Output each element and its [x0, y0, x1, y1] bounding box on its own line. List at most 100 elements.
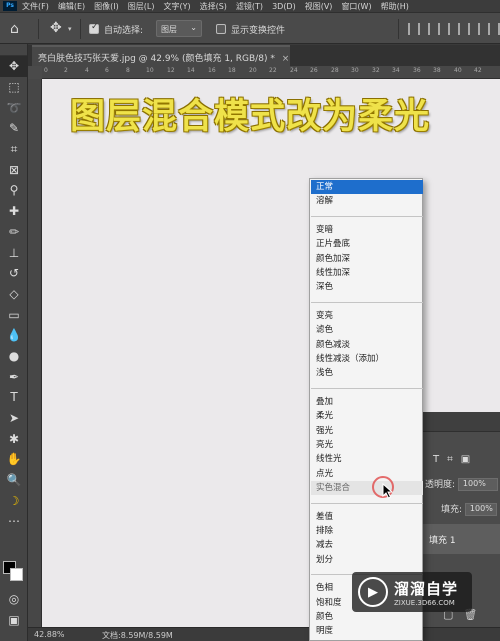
eyedropper-tool-icon[interactable]: ⚲ [0, 180, 28, 201]
menu-file[interactable]: 文件(F) [22, 1, 49, 12]
crop-tool-icon[interactable]: ⌗ [0, 139, 28, 160]
eraser-tool-icon[interactable]: ◇ [0, 284, 28, 305]
opacity-field[interactable]: 100% [457, 478, 498, 491]
options-bar: ⌂ ✥ ▾ 自动选择: 图层 ⌄ 显示变换控件 [0, 12, 500, 44]
align-top-icon[interactable] [468, 23, 480, 35]
path-select-icon[interactable]: ➤ [0, 408, 28, 429]
more-tools-icon[interactable]: ⋯ [0, 511, 28, 532]
menu-view[interactable]: 视图(V) [305, 1, 333, 12]
quick-mask-icon[interactable]: ◎ [0, 589, 28, 610]
tools-panel: ✥ ⬚ ➰ ✎ ⌗ ⊠ ⚲ ✚ ✏ ⊥ ↺ ◇ ▭ 💧 ● ✒ T ➤ ✱ ✋ … [0, 44, 28, 641]
auto-select-dropdown[interactable]: 图层 ⌄ [156, 20, 202, 37]
menu-layer[interactable]: 图层(L) [128, 1, 155, 12]
chevron-down-icon[interactable]: ▾ [68, 25, 72, 33]
align-center-icon[interactable] [428, 23, 440, 35]
blend-mode-option[interactable]: 叠加 [311, 395, 423, 409]
history-brush-icon[interactable]: ↺ [0, 263, 28, 284]
blend-mode-option[interactable]: 线性加深 [311, 266, 423, 280]
menu-select[interactable]: 选择(S) [200, 1, 227, 12]
blend-mode-option[interactable]: 溶解 [311, 194, 423, 208]
hand-tool-icon[interactable]: ✋ [0, 449, 28, 470]
ruler-mark: 14 [187, 67, 195, 74]
blend-mode-option[interactable]: 颜色减淡 [311, 338, 423, 352]
ruler-mark: 6 [105, 67, 109, 74]
menu-separator [311, 387, 423, 389]
healing-brush-icon[interactable]: ✚ [0, 201, 28, 222]
background-color-swatch[interactable] [10, 568, 23, 581]
blend-mode-option[interactable]: 划分 [311, 553, 423, 567]
tutorial-caption: 图层混合模式改为柔光 [70, 96, 431, 137]
blend-mode-option[interactable]: 滤色 [311, 323, 423, 337]
zoom-tool-icon[interactable]: 🔍 [0, 470, 28, 491]
menu-help[interactable]: 帮助(H) [381, 1, 409, 12]
dodge-tool-icon[interactable]: ● [0, 346, 28, 367]
layer-filter-icons: T ⌗ ▣ [433, 454, 470, 465]
pen-tool-icon[interactable]: ✒ [0, 366, 28, 387]
menu-separator [311, 215, 423, 217]
blend-mode-option[interactable]: 正常 [311, 180, 423, 194]
shape-tool-icon[interactable]: ✱ [0, 428, 28, 449]
auto-select-checkbox[interactable] [89, 22, 99, 34]
menu-bar: Ps 文件(F) 编辑(E) 图像(I) 图层(L) 文字(Y) 选择(S) 滤… [0, 0, 500, 12]
align-middle-icon[interactable] [488, 23, 500, 35]
blend-mode-option[interactable]: 明度 [311, 624, 423, 638]
menu-window[interactable]: 窗口(W) [341, 1, 371, 12]
blend-mode-option[interactable]: 正片叠底 [311, 237, 423, 251]
align-left-icon[interactable] [408, 23, 420, 35]
blend-mode-option[interactable]: 颜色加深 [311, 252, 423, 266]
home-icon[interactable]: ⌂ [10, 21, 19, 37]
zoom-level[interactable]: 42.88% [34, 630, 65, 639]
blend-mode-option[interactable]: 强光 [311, 424, 423, 438]
menu-image[interactable]: 图像(I) [94, 1, 119, 12]
close-icon[interactable]: × [282, 54, 290, 64]
blend-mode-option[interactable]: 排除 [311, 524, 423, 538]
stamp-tool-icon[interactable]: ⊥ [0, 242, 28, 263]
document-tab[interactable]: 亮白肤色技巧张天爱.jpg @ 42.9% (颜色填充 1, RGB/8) * … [32, 45, 290, 66]
marquee-tool-icon[interactable]: ⬚ [0, 77, 28, 98]
panel-grip[interactable] [0, 44, 27, 56]
menu-type[interactable]: 文字(Y) [163, 1, 190, 12]
menu-3d[interactable]: 3D(D) [272, 2, 296, 11]
photoshop-logo: Ps [3, 1, 17, 11]
lasso-tool-icon[interactable]: ➰ [0, 97, 28, 118]
type-tool-icon[interactable]: T [0, 387, 28, 408]
align-right-icon[interactable] [448, 23, 460, 35]
gradient-tool-icon[interactable]: ▭ [0, 304, 28, 325]
blend-mode-option[interactable]: 变亮 [311, 309, 423, 323]
show-transform-checkbox[interactable] [216, 24, 226, 34]
ruler-mark: 42 [474, 67, 482, 74]
blend-mode-option[interactable]: 线性减淡（添加） [311, 352, 423, 366]
menu-filter[interactable]: 滤镜(T) [236, 1, 263, 12]
blend-mode-option[interactable]: 线性光 [311, 452, 423, 466]
blur-tool-icon[interactable]: 💧 [0, 325, 28, 346]
blend-mode-option[interactable]: 减去 [311, 538, 423, 552]
mouse-cursor-icon [382, 483, 394, 499]
move-tool-icon[interactable]: ✥ [50, 20, 62, 36]
brush-tool-icon[interactable]: ✏ [0, 222, 28, 243]
fill-field[interactable]: 100% [464, 503, 497, 516]
blend-mode-option[interactable]: 深色 [311, 280, 423, 294]
frame-tool-icon[interactable]: ⊠ [0, 159, 28, 180]
smart-object-filter-icon[interactable]: ▣ [461, 454, 470, 465]
blend-mode-option[interactable]: 变暗 [311, 223, 423, 237]
banana-icon[interactable]: ☽ [0, 490, 28, 511]
menu-edit[interactable]: 编辑(E) [58, 1, 85, 12]
layer-name: 填充 1 [429, 536, 456, 546]
transform-filter-icon[interactable]: ⌗ [447, 454, 453, 465]
blend-mode-option[interactable]: 实色混合 [311, 481, 423, 496]
blend-mode-option[interactable]: 差值 [311, 510, 423, 524]
blend-mode-option[interactable]: 点光 [311, 467, 423, 481]
blend-mode-option[interactable]: 柔光 [311, 409, 423, 423]
opacity-label: 透明度: [425, 480, 456, 490]
quick-select-tool-icon[interactable]: ✎ [0, 118, 28, 139]
screen-mode-icon[interactable]: ▣ [0, 610, 28, 631]
layer-row[interactable]: 填充 1 [423, 524, 500, 554]
ruler-mark: 32 [372, 67, 380, 74]
blend-mode-option[interactable]: 浅色 [311, 366, 423, 380]
watermark-url: ZIXUE.3D66.COM [394, 598, 455, 607]
move-tool-icon[interactable]: ✥ [0, 56, 28, 77]
blend-mode-option[interactable]: 亮光 [311, 438, 423, 452]
blend-mode-option[interactable]: 颜色 [311, 610, 423, 624]
ruler-mark: 30 [351, 67, 359, 74]
type-filter-icon[interactable]: T [433, 454, 439, 465]
